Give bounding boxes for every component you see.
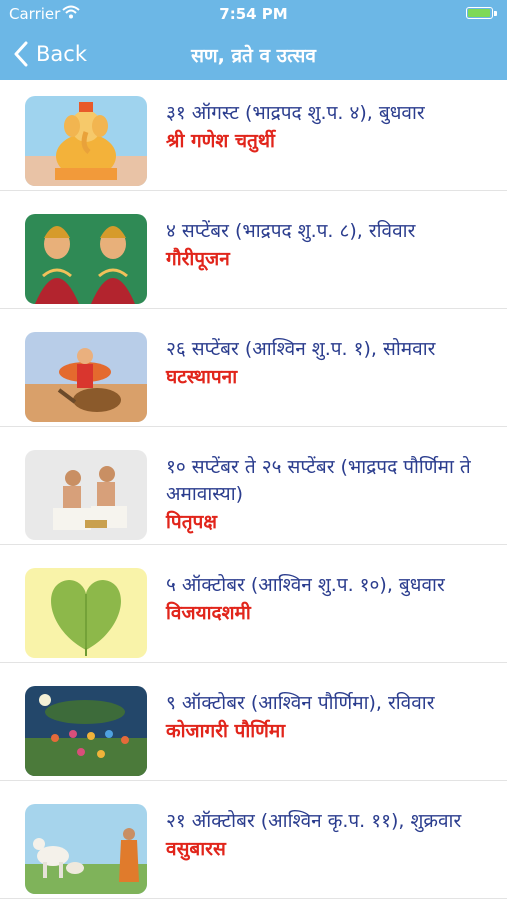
festival-date: ५ ऑक्टोबर (आश्विन शु.प. १०), बुधवार bbox=[166, 574, 445, 596]
festival-name: पितृपक्ष bbox=[166, 511, 217, 533]
list-item[interactable]: ३१ ऑगस्ट (भाद्रपद शु.प. ४), बुधवार श्री … bbox=[0, 80, 507, 191]
ganesh-image bbox=[25, 96, 147, 186]
list-item[interactable]: २१ ऑक्टोबर (आश्विन कृ.प. ११), शुक्रवार व… bbox=[0, 781, 507, 899]
navigation-bar: Back सण, व्रते व उत्सव bbox=[0, 28, 507, 80]
festival-name: घटस्थापना bbox=[166, 366, 238, 388]
festival-date: २१ ऑक्टोबर (आश्विन कृ.प. ११), शुक्रवार bbox=[166, 810, 462, 832]
list-item[interactable]: २६ सप्टेंबर (आश्विन शु.प. १), सोमवार घटस… bbox=[0, 309, 507, 427]
festival-name: कोजागरी पौर्णिमा bbox=[166, 720, 286, 742]
battery-icon bbox=[466, 7, 497, 19]
cow-worship-image bbox=[25, 804, 147, 894]
durga-image bbox=[25, 332, 147, 422]
festival-name: विजयादशमी bbox=[166, 602, 251, 624]
festival-date: ४ सप्टेंबर (भाद्रपद शु.प. ८), रविवार bbox=[166, 220, 416, 242]
shraddha-image bbox=[25, 450, 147, 540]
festival-date: ९ ऑक्टोबर (आश्विन पौर्णिमा), रविवार bbox=[166, 692, 435, 714]
gauri-image bbox=[25, 214, 147, 304]
festival-name: गौरीपूजन bbox=[166, 248, 230, 270]
list-item[interactable]: ५ ऑक्टोबर (आश्विन शु.प. १०), बुधवार विजय… bbox=[0, 545, 507, 663]
moonlit-dance-image bbox=[25, 686, 147, 776]
page-title: सण, व्रते व उत्सव bbox=[191, 45, 316, 67]
festival-date: १० सप्टेंबर ते २५ सप्टेंबर (भाद्रपद पौर्… bbox=[166, 456, 471, 505]
status-bar: Carrier 7:54 PM bbox=[0, 0, 507, 28]
list-item[interactable]: ९ ऑक्टोबर (आश्विन पौर्णिमा), रविवार कोजा… bbox=[0, 663, 507, 781]
list-item[interactable]: १० सप्टेंबर ते २५ सप्टेंबर (भाद्रपद पौर्… bbox=[0, 427, 507, 545]
festival-name: वसुबारस bbox=[166, 838, 226, 860]
clock: 7:54 PM bbox=[219, 5, 288, 23]
apta-leaf-image bbox=[25, 568, 147, 658]
festival-list[interactable]: ३१ ऑगस्ट (भाद्रपद शु.प. ४), बुधवार श्री … bbox=[0, 80, 507, 900]
festival-date: २६ सप्टेंबर (आश्विन शु.प. १), सोमवार bbox=[166, 338, 436, 360]
list-item[interactable]: ४ सप्टेंबर (भाद्रपद शु.प. ८), रविवार गौर… bbox=[0, 191, 507, 309]
festival-date: ३१ ऑगस्ट (भाद्रपद शु.प. ४), बुधवार bbox=[166, 102, 425, 124]
festival-name: श्री गणेश चतुर्थी bbox=[166, 130, 275, 152]
